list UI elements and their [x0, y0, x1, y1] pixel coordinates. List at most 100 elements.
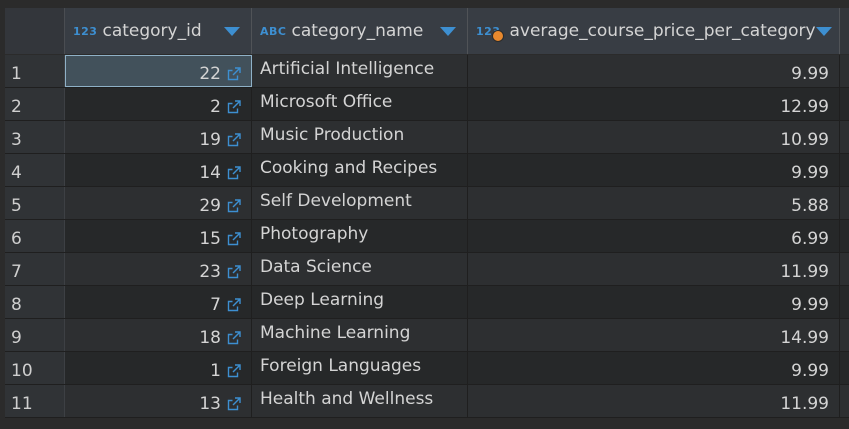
table-row[interactable]: 8 7 Deep Learning 9.99 [5, 286, 849, 319]
average-price-cell[interactable]: 9.99 [468, 55, 840, 87]
average-price-cell[interactable]: 14.99 [468, 319, 840, 351]
category-id-cell[interactable]: 13 [65, 385, 252, 417]
sort-arrow-icon[interactable] [224, 26, 240, 36]
average-price-cell[interactable]: 5.88 [468, 187, 840, 219]
external-link-icon[interactable] [227, 394, 241, 411]
table-row[interactable]: 4 14 Cooking and Recipes 9.99 [5, 154, 849, 187]
average-price-cell[interactable]: 12.99 [468, 88, 840, 120]
category-id-value: 13 [199, 394, 221, 414]
row-number-cell[interactable]: 10 [5, 352, 65, 384]
category-name-value: Health and Wellness [260, 389, 434, 409]
category-name-value: Artificial Intelligence [260, 59, 435, 79]
category-name-value: Cooking and Recipes [260, 158, 438, 178]
row-filler [840, 88, 849, 120]
category-id-cell[interactable]: 1 [65, 352, 252, 384]
category-id-cell[interactable]: 19 [65, 121, 252, 153]
external-link-icon[interactable] [227, 130, 241, 147]
category-id-cell[interactable]: 18 [65, 319, 252, 351]
category-name-value: Data Science [260, 257, 372, 277]
external-link-icon[interactable] [227, 361, 241, 378]
category-id-cell[interactable]: 7 [65, 286, 252, 318]
category-name-value: Machine Learning [260, 323, 411, 343]
row-number-cell[interactable]: 11 [5, 385, 65, 417]
row-number-cell[interactable]: 9 [5, 319, 65, 351]
table-row[interactable]: 9 18 Machine Learning 14.99 [5, 319, 849, 352]
table-row[interactable]: 7 23 Data Science 11.99 [5, 253, 849, 286]
row-filler [840, 352, 849, 384]
category-id-value: 29 [199, 196, 221, 216]
category-id-value: 7 [210, 295, 221, 315]
external-link-icon[interactable] [227, 64, 241, 81]
table-row[interactable]: 11 13 Health and Wellness 11.99 [5, 385, 849, 418]
table-row[interactable]: 2 2 Microsoft Office 12.99 [5, 88, 849, 121]
row-number: 3 [11, 130, 22, 150]
table-row[interactable]: 10 1 Foreign Languages 9.99 [5, 352, 849, 385]
row-number-cell[interactable]: 8 [5, 286, 65, 318]
sort-arrow-icon[interactable] [815, 26, 832, 36]
category-id-value: 23 [199, 262, 221, 282]
category-name-cell[interactable]: Health and Wellness [252, 385, 468, 417]
sort-arrow-icon[interactable] [440, 26, 456, 36]
category-name-cell[interactable]: Photography [252, 220, 468, 252]
category-name-cell[interactable]: Machine Learning [252, 319, 468, 351]
external-link-icon[interactable] [227, 196, 241, 213]
row-number-cell[interactable]: 6 [5, 220, 65, 252]
table-row[interactable]: 1 22 Artificial Intelligence 9.99 [5, 55, 849, 88]
external-link-icon[interactable] [227, 262, 241, 279]
average-price-value: 9.99 [791, 361, 829, 381]
row-number-cell[interactable]: 2 [5, 88, 65, 120]
category-id-cell[interactable]: 15 [65, 220, 252, 252]
category-name-cell[interactable]: Self Development [252, 187, 468, 219]
column-header-average-course-price[interactable]: 123 average_course_price_per_category [468, 8, 840, 54]
category-name-cell[interactable]: Music Production [252, 121, 468, 153]
row-number-cell[interactable]: 7 [5, 253, 65, 285]
average-price-cell[interactable]: 11.99 [468, 385, 840, 417]
row-filler [840, 220, 849, 252]
average-price-cell[interactable]: 6.99 [468, 220, 840, 252]
external-link-icon[interactable] [227, 229, 241, 246]
category-id-value: 14 [199, 163, 221, 183]
external-link-icon[interactable] [227, 328, 241, 345]
row-number: 11 [11, 394, 33, 414]
row-number-cell[interactable]: 4 [5, 154, 65, 186]
average-price-cell[interactable]: 9.99 [468, 286, 840, 318]
numeric-type-icon: 123 [73, 24, 98, 38]
category-id-value: 19 [199, 130, 221, 150]
average-price-cell[interactable]: 9.99 [468, 154, 840, 186]
average-price-cell[interactable]: 11.99 [468, 253, 840, 285]
category-name-cell[interactable]: Deep Learning [252, 286, 468, 318]
average-price-cell[interactable]: 9.99 [468, 352, 840, 384]
average-price-cell[interactable]: 10.99 [468, 121, 840, 153]
column-header-category-id[interactable]: 123 category_id [65, 8, 252, 54]
row-number-cell[interactable]: 1 [5, 55, 65, 87]
category-id-cell[interactable]: 29 [65, 187, 252, 219]
external-link-icon[interactable] [227, 295, 241, 312]
category-id-cell[interactable]: 14 [65, 154, 252, 186]
category-name-cell[interactable]: Artificial Intelligence [252, 55, 468, 87]
column-header-category-name[interactable]: ABC category_name [252, 8, 468, 54]
row-number-cell[interactable]: 3 [5, 121, 65, 153]
row-number-cell[interactable]: 5 [5, 187, 65, 219]
category-id-value: 18 [199, 328, 221, 348]
category-name-cell[interactable]: Microsoft Office [252, 88, 468, 120]
category-name-cell[interactable]: Cooking and Recipes [252, 154, 468, 186]
external-link-icon[interactable] [227, 163, 241, 180]
category-id-cell[interactable]: 23 [65, 253, 252, 285]
category-name-cell[interactable]: Data Science [252, 253, 468, 285]
column-header-label: average_course_price_per_category [509, 21, 816, 41]
table-row[interactable]: 5 29 Self Development 5.88 [5, 187, 849, 220]
category-name-cell[interactable]: Foreign Languages [252, 352, 468, 384]
average-price-value: 14.99 [780, 328, 829, 348]
average-price-value: 9.99 [791, 163, 829, 183]
row-filler [840, 154, 849, 186]
category-id-cell[interactable]: 22 [65, 55, 252, 87]
table-row[interactable]: 3 19 Music Production 10.99 [5, 121, 849, 154]
row-filler [840, 385, 849, 417]
category-id-cell[interactable]: 2 [65, 88, 252, 120]
row-filler [840, 286, 849, 318]
average-price-value: 9.99 [791, 295, 829, 315]
category-id-value: 1 [210, 361, 221, 381]
external-link-icon[interactable] [227, 97, 241, 114]
table-row[interactable]: 6 15 Photography 6.99 [5, 220, 849, 253]
category-name-value: Foreign Languages [260, 356, 422, 376]
